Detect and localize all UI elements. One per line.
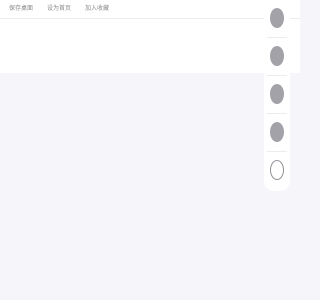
toolbar-divider [267,75,287,76]
top-bar: 保存桌面 设为首页 加入收藏 [0,0,300,19]
circle-avatar-1-icon[interactable] [270,8,284,28]
add-favorites-link[interactable]: 加入收藏 [85,5,109,13]
content-panel [0,19,300,73]
toolbar-divider [267,113,287,114]
circle-avatar-4-icon[interactable] [270,122,284,142]
circle-avatar-2-icon[interactable] [270,46,284,66]
right-floating-toolbar [264,0,290,191]
top-links: 保存桌面 设为首页 加入收藏 [9,5,109,13]
circle-outline-icon[interactable] [270,160,284,180]
set-homepage-link[interactable]: 设为首页 [47,5,71,13]
circle-avatar-3-icon[interactable] [270,84,284,104]
toolbar-divider [267,151,287,152]
save-desktop-link[interactable]: 保存桌面 [9,5,33,13]
toolbar-divider [267,37,287,38]
